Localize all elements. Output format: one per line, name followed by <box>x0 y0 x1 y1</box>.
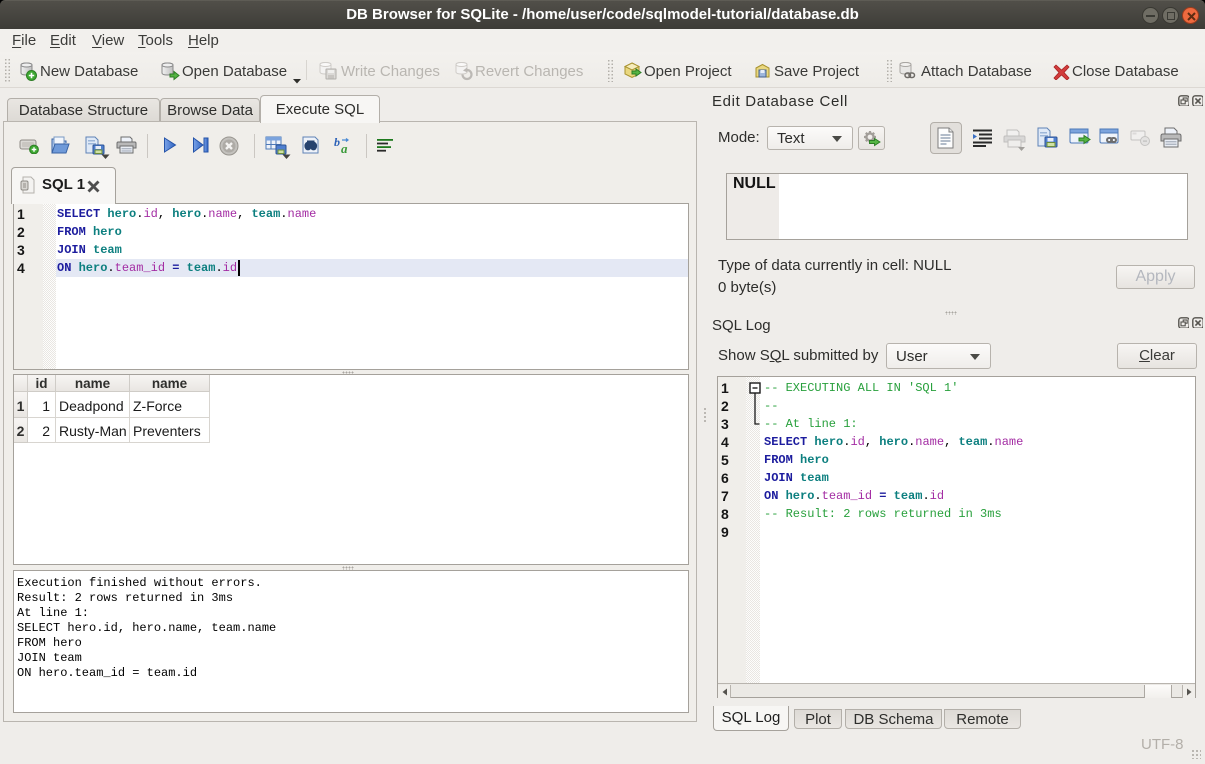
svg-text:a: a <box>341 141 348 155</box>
svg-text:b: b <box>334 136 340 149</box>
